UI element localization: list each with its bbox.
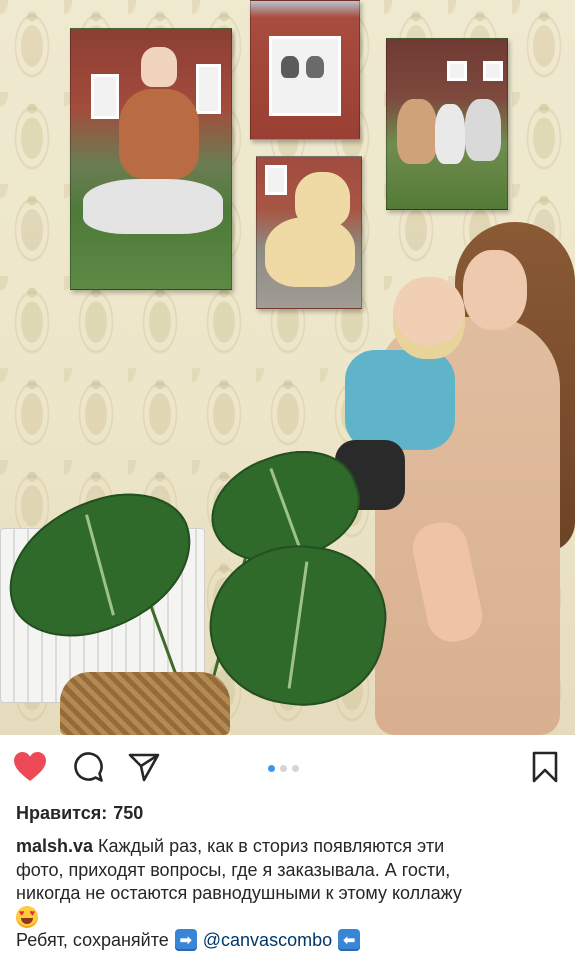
paper-plane-icon: [128, 753, 160, 782]
likes-label: Нравится:: [16, 803, 108, 823]
carousel-dot: [292, 765, 299, 772]
heart-eyes-emoji-icon: [16, 905, 38, 928]
heart-filled-icon: [14, 752, 46, 781]
caption-line-3: никогда не остаются равнодушными к этому…: [16, 883, 462, 903]
username-link[interactable]: malsh.va: [16, 836, 93, 856]
arrow-left-emoji-icon: ⬅: [338, 929, 361, 951]
likes-count[interactable]: Нравится: 750: [16, 803, 143, 824]
caption-cta: Ребят, сохраняйте ➡ @canvascombo ⬅: [16, 929, 361, 951]
save-button[interactable]: [527, 749, 563, 785]
canvas-print-house: [250, 0, 360, 140]
bookmark-icon: [532, 751, 558, 783]
post-photo[interactable]: [0, 0, 575, 735]
carousel-indicator: [268, 765, 299, 772]
canvas-print-family: [70, 28, 232, 290]
comment-button[interactable]: [70, 749, 106, 785]
mention-link[interactable]: @canvascombo: [203, 930, 332, 951]
likes-number: 750: [113, 803, 144, 823]
cta-text: Ребят, сохраняйте: [16, 929, 169, 950]
share-button[interactable]: [126, 749, 162, 785]
carousel-dot-active: [268, 765, 275, 772]
comment-bubble-icon: [74, 752, 103, 782]
action-bar: [0, 735, 575, 797]
carousel-dot: [280, 765, 287, 772]
mother-with-child: [335, 222, 575, 735]
plant-pot: [60, 672, 230, 735]
like-button[interactable]: [12, 749, 48, 785]
caption-line-2: фото, приходят вопросы, где я заказывала…: [16, 859, 451, 880]
post-caption: malsh.va Каждый раз, как в сториз появляю…: [16, 835, 561, 930]
caption-line-1: Каждый раз, как в сториз появляются эти: [98, 836, 445, 856]
canvas-print-couple: [386, 38, 508, 210]
arrow-right-emoji-icon: ➡: [174, 929, 197, 951]
